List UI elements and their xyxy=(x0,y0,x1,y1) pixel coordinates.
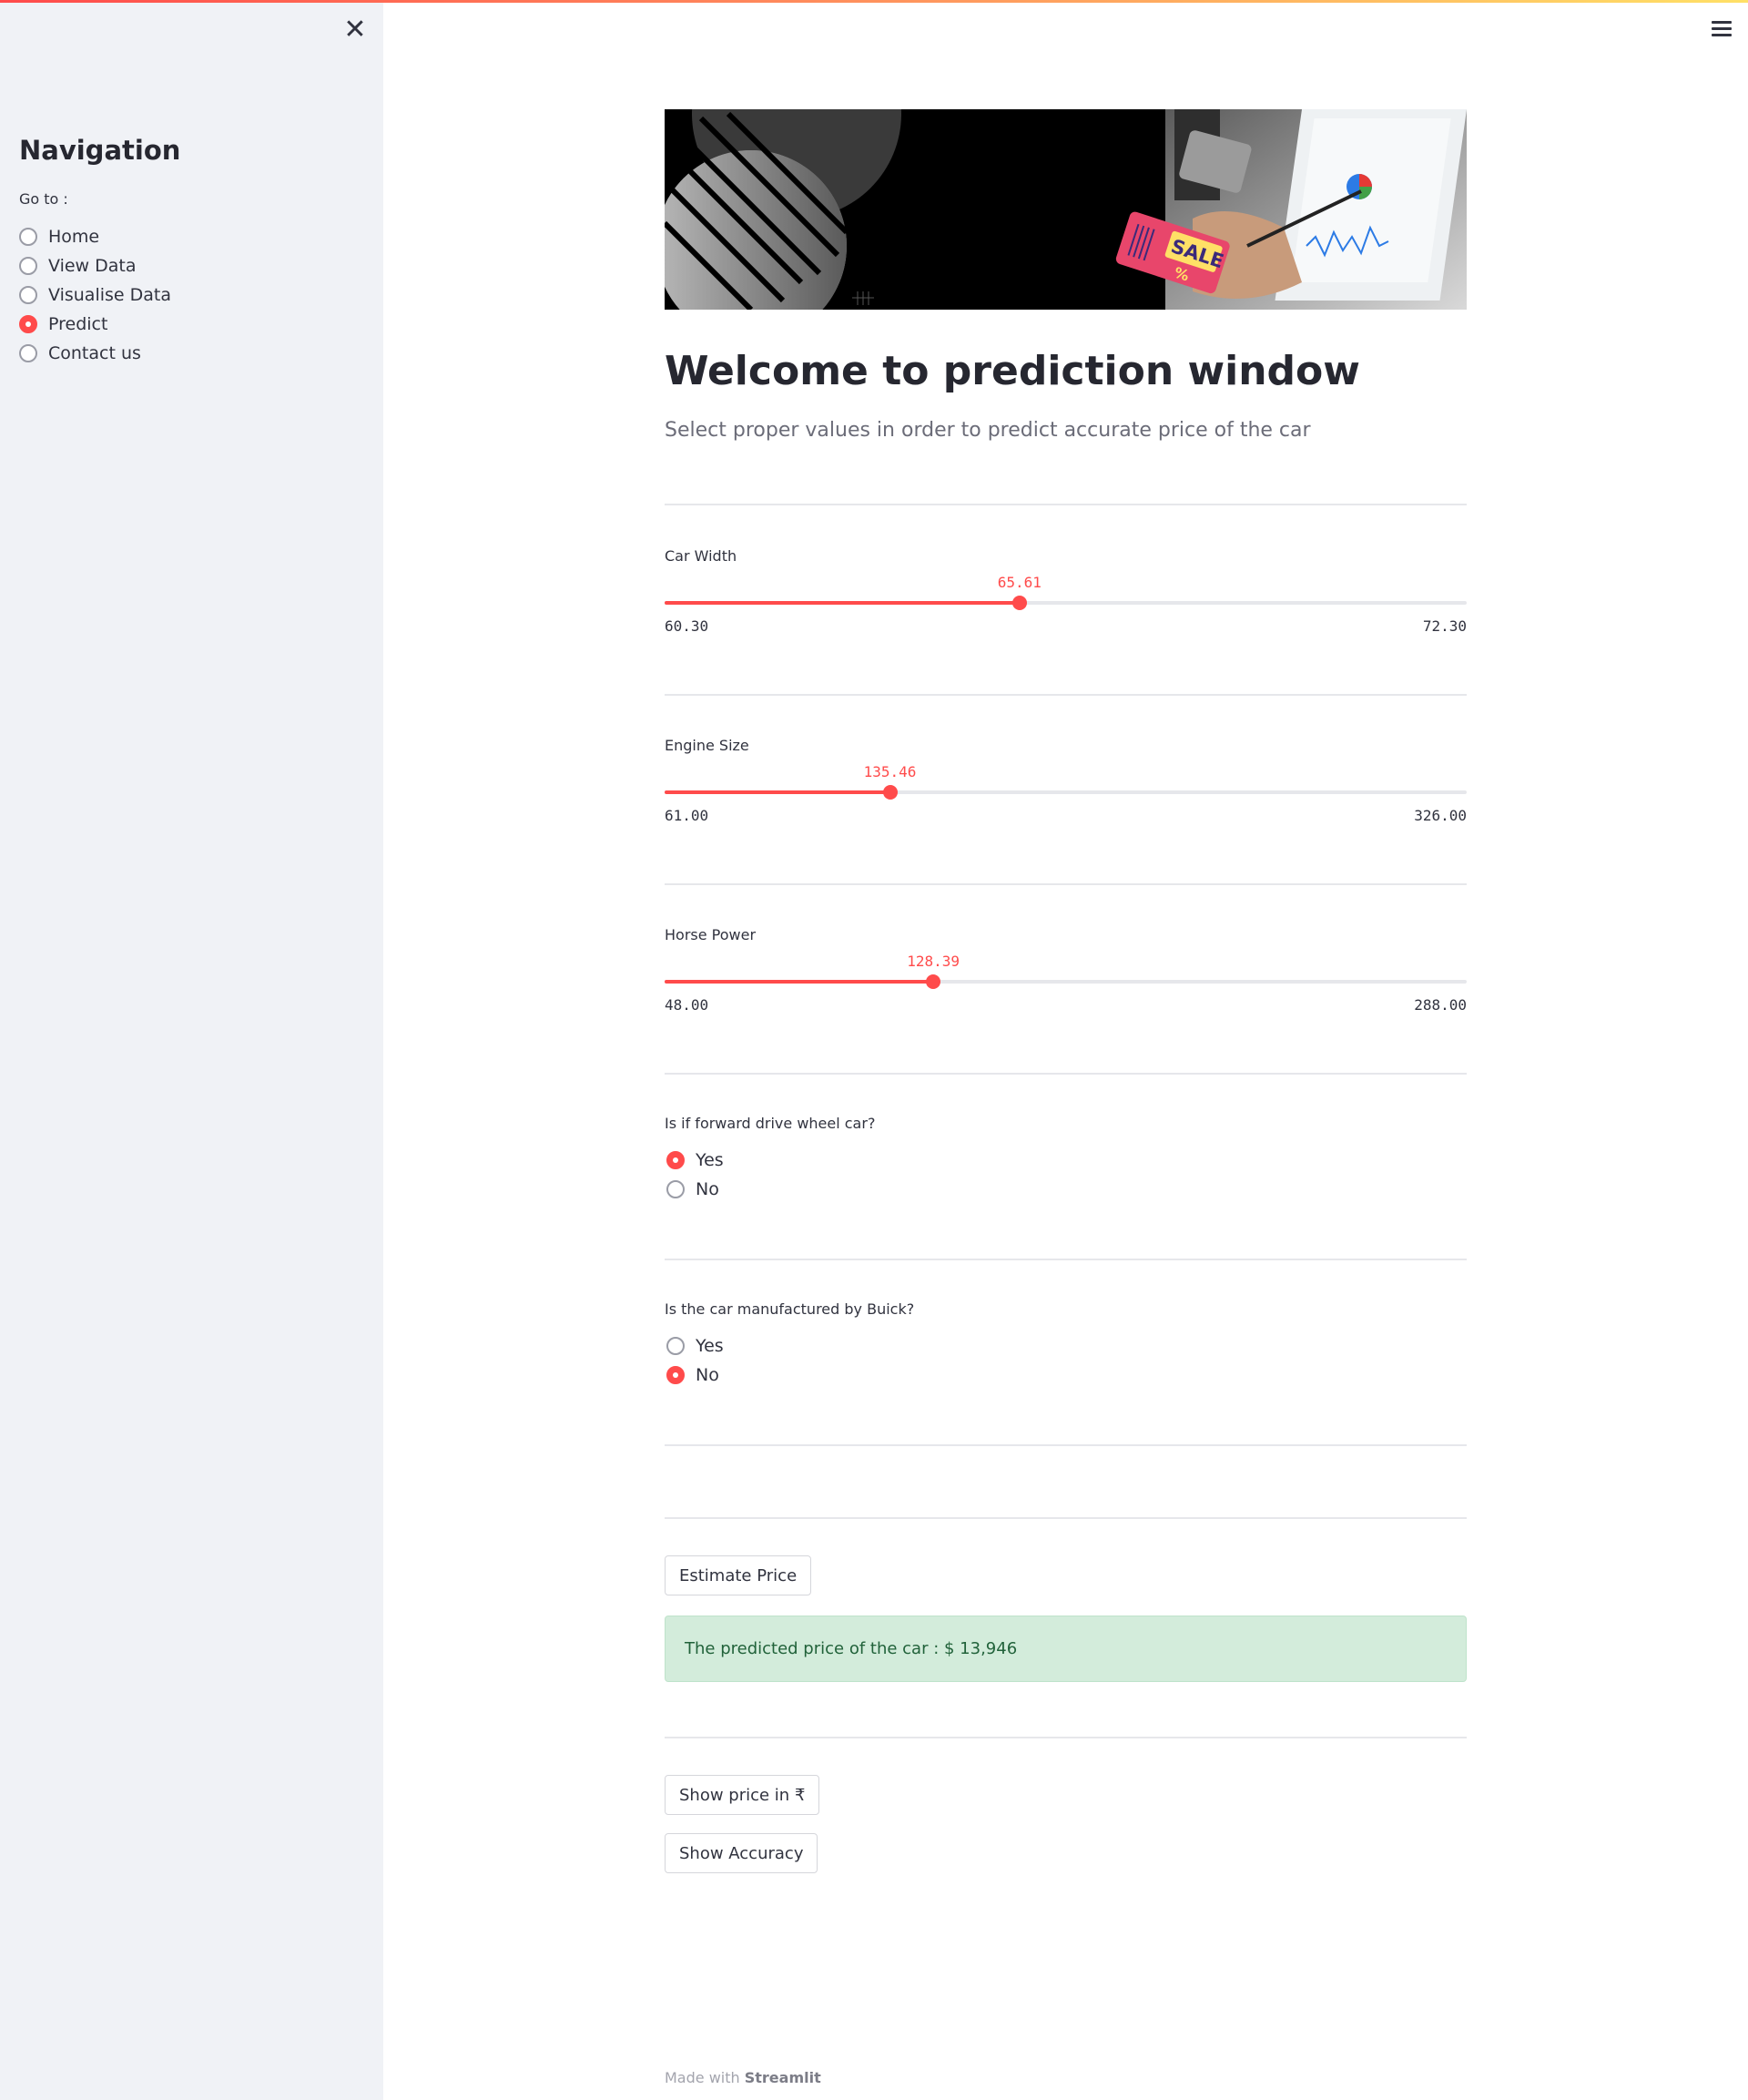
buick-radio-group: Yes No xyxy=(666,1331,724,1390)
option-label: Yes xyxy=(696,1150,724,1170)
divider xyxy=(665,1259,1467,1260)
option-label: Yes xyxy=(696,1336,724,1356)
divider xyxy=(665,694,1467,696)
show-accuracy-button[interactable]: Show Accuracy xyxy=(665,1833,818,1873)
nav-item-label: Home xyxy=(48,227,100,247)
slider-thumb[interactable] xyxy=(1011,596,1027,610)
divider xyxy=(665,1073,1467,1075)
divider xyxy=(665,883,1467,885)
fwd-option-no[interactable]: No xyxy=(666,1175,724,1204)
option-label: No xyxy=(696,1179,719,1199)
slider-thumb[interactable] xyxy=(882,785,898,800)
option-label: No xyxy=(696,1365,719,1385)
slider-thumb[interactable] xyxy=(926,974,941,989)
radio-button-selected[interactable] xyxy=(666,1151,685,1169)
nav-item-label: View Data xyxy=(48,256,137,276)
show-price-inr-button[interactable]: Show price in ₹ xyxy=(665,1775,820,1815)
divider xyxy=(665,504,1467,505)
predicted-price-alert: The predicted price of the car : $ 13,94… xyxy=(665,1616,1467,1682)
fwd-question-label: Is if forward drive wheel car? xyxy=(665,1115,876,1132)
divider xyxy=(665,1444,1467,1446)
nav-item-home[interactable]: Home xyxy=(19,222,171,251)
slider-max: 288.00 xyxy=(1414,996,1467,1014)
divider xyxy=(665,1737,1467,1738)
horse-power-slider[interactable]: 128.39 48.00 288.00 xyxy=(665,953,1467,1014)
footer-prefix: Made with xyxy=(665,2069,740,2086)
radio-button[interactable] xyxy=(19,257,37,275)
nav-item-predict[interactable]: Predict xyxy=(19,310,171,339)
engine-size-slider[interactable]: 135.46 61.00 326.00 xyxy=(665,763,1467,825)
fwd-option-yes[interactable]: Yes xyxy=(666,1146,724,1175)
buick-option-yes[interactable]: Yes xyxy=(666,1331,724,1361)
slider-max: 72.30 xyxy=(1422,617,1467,635)
hamburger-menu-icon[interactable] xyxy=(1708,18,1735,40)
navigation-radio-group: Home View Data Visualise Data Predict Co… xyxy=(19,222,171,368)
slider-fill xyxy=(665,980,934,984)
page-title: Welcome to prediction window xyxy=(665,348,1360,394)
sidebar: ✕ Navigation Go to : Home View Data Visu… xyxy=(0,0,383,2100)
footer: Made with Streamlit xyxy=(665,2069,821,2086)
car-width-label: Car Width xyxy=(665,547,737,565)
slider-min: 60.30 xyxy=(665,617,709,635)
slider-min: 48.00 xyxy=(665,996,709,1014)
sidebar-title: Navigation xyxy=(19,135,181,166)
radio-button[interactable] xyxy=(666,1337,685,1355)
nav-item-label: Visualise Data xyxy=(48,285,171,305)
goto-label: Go to : xyxy=(19,190,68,208)
nav-item-visualise-data[interactable]: Visualise Data xyxy=(19,280,171,310)
radio-button[interactable] xyxy=(19,228,37,246)
slider-value: 65.61 xyxy=(997,574,1042,591)
banner-image: SALE % xyxy=(665,109,1467,310)
nav-item-label: Predict xyxy=(48,314,108,334)
nav-item-view-data[interactable]: View Data xyxy=(19,251,171,280)
page-subtitle: Select proper values in order to predict… xyxy=(665,419,1311,442)
close-icon: ✕ xyxy=(343,14,367,46)
estimate-price-button[interactable]: Estimate Price xyxy=(665,1555,812,1595)
buick-option-no[interactable]: No xyxy=(666,1361,724,1390)
slider-fill xyxy=(665,790,890,794)
top-decoration-bar xyxy=(0,0,1748,3)
horse-power-label: Horse Power xyxy=(665,926,757,943)
car-width-slider[interactable]: 65.61 60.30 72.30 xyxy=(665,574,1467,636)
radio-button[interactable] xyxy=(19,344,37,362)
slider-value: 135.46 xyxy=(863,763,917,780)
engine-size-label: Engine Size xyxy=(665,737,749,754)
radio-button[interactable] xyxy=(666,1180,685,1198)
close-sidebar-button[interactable]: ✕ xyxy=(341,16,369,44)
nav-item-contact-us[interactable]: Contact us xyxy=(19,339,171,368)
slider-value: 128.39 xyxy=(907,953,960,970)
slider-max: 326.00 xyxy=(1414,807,1467,824)
radio-button-selected[interactable] xyxy=(666,1366,685,1384)
footer-brand-link[interactable]: Streamlit xyxy=(745,2069,821,2086)
banner-illustration: SALE % xyxy=(665,109,1467,310)
radio-button[interactable] xyxy=(19,286,37,304)
buick-question-label: Is the car manufactured by Buick? xyxy=(665,1300,915,1318)
slider-min: 61.00 xyxy=(665,807,709,824)
slider-fill xyxy=(665,601,1020,605)
nav-item-label: Contact us xyxy=(48,343,141,363)
radio-button-selected[interactable] xyxy=(19,315,37,333)
divider xyxy=(665,1517,1467,1519)
fwd-radio-group: Yes No xyxy=(666,1146,724,1204)
